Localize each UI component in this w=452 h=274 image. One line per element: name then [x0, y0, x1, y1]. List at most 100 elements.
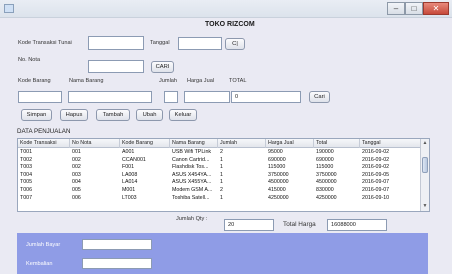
column-header[interactable]: No Nota	[70, 139, 120, 148]
table-cell: 003	[72, 171, 81, 178]
table-cell: 002	[72, 156, 81, 163]
tanggal-label: Tanggal	[150, 40, 170, 46]
table-row[interactable]: T002 002 CCAN001 Canon Cartrid... 1 690000 690…	[18, 157, 422, 164]
table-cell: T004	[20, 171, 33, 178]
table-cell: T001	[20, 149, 33, 155]
table-scrollbar[interactable]: ▲ ▼	[420, 139, 429, 211]
table-cell: 3750000	[316, 171, 337, 178]
table-cell: 3750000	[268, 171, 289, 178]
table-cell: 4250000	[316, 194, 337, 201]
kode-barang-input[interactable]	[18, 91, 62, 103]
minimize-button[interactable]: –	[387, 2, 405, 15]
table-cell: LA014	[122, 179, 138, 186]
jumlah-input[interactable]	[164, 91, 178, 103]
hapus-button[interactable]: Hapus	[60, 109, 88, 121]
table-cell: 2	[220, 187, 223, 193]
column-header[interactable]: Total	[314, 139, 360, 148]
table-cell: 4500000	[268, 179, 289, 186]
jumlah-bayar-label: Jumlah Bayar	[26, 242, 61, 248]
table-cell: T003	[20, 164, 33, 171]
sales-table[interactable]: Kode Transaksi No Nota Kode Barang Nama …	[17, 138, 430, 212]
table-cell: 1	[220, 164, 223, 171]
table-row[interactable]: T005 004 LA014 ASUS X455YA... 1 4500000 450000…	[18, 179, 422, 186]
table-cell: Flashdisk Tos...	[172, 164, 209, 171]
no-nota-input[interactable]	[88, 60, 144, 73]
table-cell: 004	[72, 179, 81, 186]
table-cell: 2016-09-02	[362, 156, 390, 163]
column-header[interactable]: Tanggal	[360, 139, 422, 148]
total-harga-field[interactable]: 16088000	[327, 219, 387, 231]
table-cell: 005	[72, 187, 81, 193]
column-header[interactable]: Nama Barang	[170, 139, 218, 148]
table-cell: M001	[122, 187, 136, 193]
table-cell: LA008	[122, 171, 138, 178]
keluar-button[interactable]: Keluar	[169, 109, 197, 121]
table-cell: T005	[20, 179, 33, 186]
kembalian-label: Kembalian	[26, 261, 53, 267]
column-header[interactable]: Harga Jual	[266, 139, 314, 148]
column-header[interactable]: Kode Barang	[120, 139, 170, 148]
cari-nota-button[interactable]: CARI	[151, 61, 174, 73]
table-row[interactable]: T006 005 M001 Modem GSM A... 2 415000 830000 20…	[18, 187, 422, 194]
harga-jual-input[interactable]	[184, 91, 230, 103]
ubah-button[interactable]: Ubah	[136, 109, 163, 121]
harga-jual-label: Harga Jual	[187, 78, 215, 84]
table-cell: 690000	[268, 156, 286, 163]
jumlah-qty-label: Jumlah Qty :	[176, 216, 208, 222]
maximize-button[interactable]: □	[405, 2, 423, 15]
table-row[interactable]: T004 003 LA008 ASUS X454YA... 1 3750000 375000…	[18, 172, 422, 179]
close-button[interactable]: ✕	[423, 2, 449, 15]
table-cell: 190000	[316, 149, 334, 155]
app-window-icon	[4, 4, 14, 13]
table-cell: 95000	[268, 149, 283, 155]
table-cell: ASUS X454YA...	[172, 171, 212, 178]
simpan-button[interactable]: Simpan	[21, 109, 52, 121]
table-row[interactable]: T001 001 A001 USB Wifi TPLink 2 95000 190000 20…	[18, 149, 422, 156]
table-cell: 115000	[268, 164, 286, 171]
total-input[interactable]: 0	[231, 91, 301, 103]
table-cell: T006	[20, 187, 33, 193]
kode-transaksi-input[interactable]	[88, 36, 144, 50]
table-cell: ASUS X455YA...	[172, 179, 212, 186]
nama-barang-label: Nama Barang	[69, 78, 104, 84]
table-cell: 4250000	[268, 194, 289, 201]
table-cell: 690000	[316, 156, 334, 163]
table-cell: 2016-09-07	[362, 187, 390, 193]
cari-barang-button[interactable]: Cari	[309, 91, 330, 103]
jumlah-qty-field[interactable]: 20	[224, 219, 274, 231]
table-cell: 006	[72, 194, 81, 201]
table-row[interactable]: T007 006 LT003 Toshiba Satell... 1 4250000 425…	[18, 195, 422, 202]
table-cell: 2	[220, 149, 223, 155]
table-cell: 002	[72, 164, 81, 171]
table-cell: CCAN001	[122, 156, 146, 163]
column-header[interactable]: Kode Transaksi	[18, 139, 70, 148]
scroll-down-icon[interactable]: ▼	[421, 202, 429, 210]
table-cell: 115000	[316, 164, 334, 171]
column-header[interactable]: Jumlah	[218, 139, 266, 148]
table-cell: 4500000	[316, 179, 337, 186]
nama-barang-input[interactable]	[68, 91, 152, 103]
total-harga-label: Total Harga	[283, 221, 316, 228]
table-row[interactable]: T003 002 F001 Flashdisk Tos... 1 115000 115000…	[18, 164, 422, 171]
kembalian-input[interactable]	[82, 258, 152, 269]
table-cell: 830000	[316, 187, 334, 193]
table-cell: F001	[122, 164, 135, 171]
table-cell: USB Wifi TPLink	[172, 149, 212, 155]
scroll-up-icon[interactable]: ▲	[421, 139, 429, 147]
tambah-button[interactable]: Tambah	[96, 109, 130, 121]
table-cell: A001	[122, 149, 135, 155]
table-cell: 2016-09-02	[362, 149, 390, 155]
table-cell: 2016-09-05	[362, 171, 390, 178]
jumlah-bayar-input[interactable]	[82, 239, 152, 250]
tanggal-input[interactable]	[178, 37, 222, 50]
no-nota-label: No. Nota	[18, 57, 41, 63]
table-cell: 415000	[268, 187, 286, 193]
scroll-thumb[interactable]	[422, 157, 428, 173]
table-cell: Canon Cartrid...	[172, 156, 210, 163]
jumlah-label: Jumlah	[159, 78, 178, 84]
table-header: Kode Transaksi No Nota Kode Barang Nama …	[18, 139, 422, 148]
table-cell: 1	[220, 194, 223, 201]
window-titlebar: – □ ✕	[0, 0, 452, 18]
table-cell: 2016-09-02	[362, 164, 390, 171]
date-picker-button[interactable]: C|	[225, 38, 245, 50]
